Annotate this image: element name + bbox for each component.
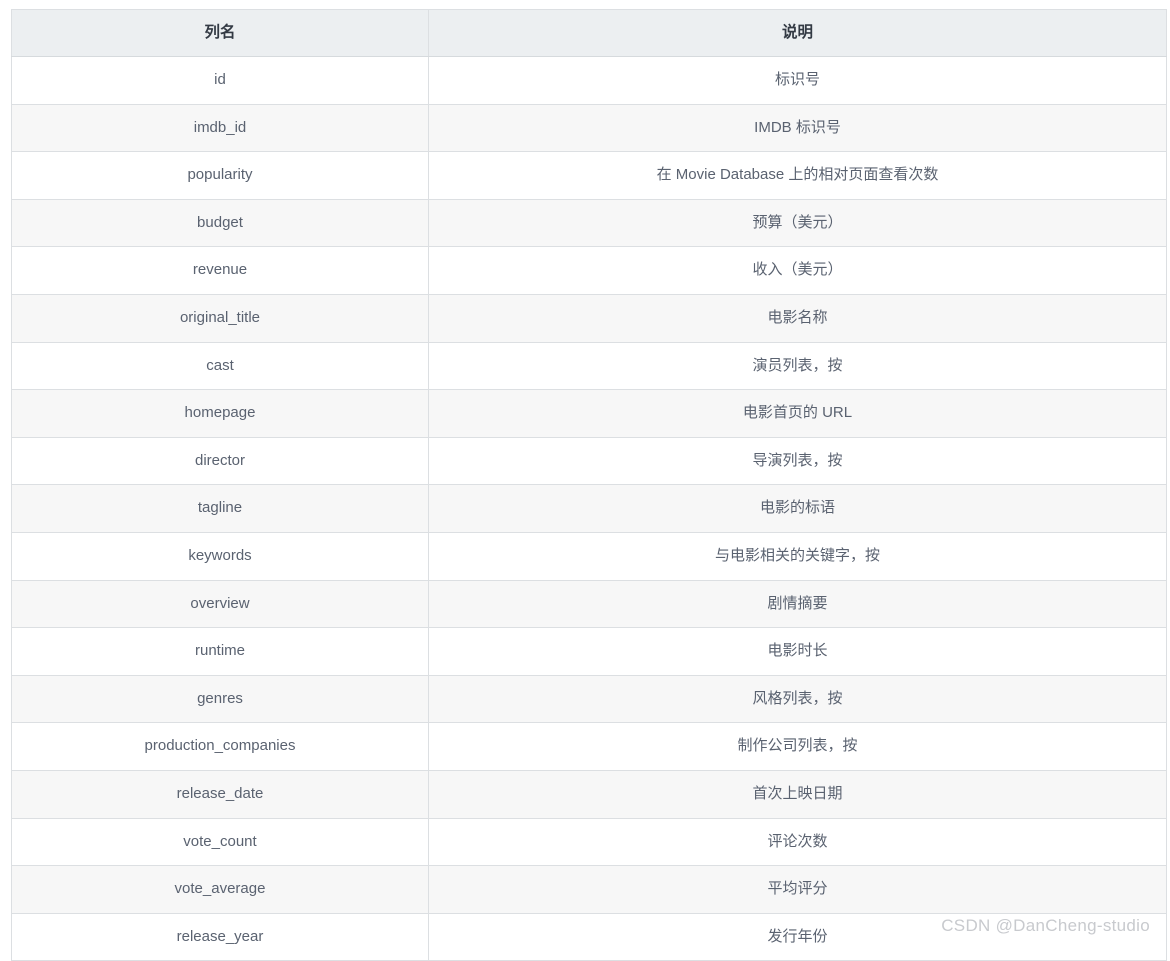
cell-description: 剧情摘要 [428,579,1167,629]
cell-description: 首次上映日期 [428,769,1167,819]
cell-column-name: director [11,436,429,486]
table-row: revenue 收入（美元） [11,246,1167,295]
table-row: cast 演员列表，按 [11,341,1167,391]
table-row: popularity 在 Movie Database 上的相对页面查看次数 [11,151,1167,200]
cell-column-name: keywords [11,531,429,581]
table-row: original_title 电影名称 [11,293,1167,343]
data-dictionary-table: 列名 说明 id 标识号 imdb_id IMDB 标识号 popularity 在 Mo… [11,9,1167,961]
cell-description: 发行年份 [428,912,1167,961]
cell-column-name: vote_average [11,865,429,914]
table-row: release_year 发行年份 [11,912,1167,961]
cell-description: 评论次数 [428,817,1167,867]
cell-column-name: budget [11,198,429,248]
cell-description: 制作公司列表，按 [428,722,1167,771]
cell-column-name: original_title [11,293,429,343]
cell-description: 在 Movie Database 上的相对页面查看次数 [428,151,1167,200]
table-row: genres 风格列表，按 [11,674,1167,724]
table-row: vote_count 评论次数 [11,817,1167,867]
table-row: keywords 与电影相关的关键字，按 [11,531,1167,581]
cell-column-name: runtime [11,627,429,676]
table-row: homepage 电影首页的 URL [11,389,1167,438]
table-row: tagline 电影的标语 [11,484,1167,533]
table-row: release_date 首次上映日期 [11,769,1167,819]
table-row: id 标识号 [11,56,1167,105]
cell-description: IMDB 标识号 [428,103,1167,153]
cell-description: 电影的标语 [428,484,1167,533]
cell-column-name: popularity [11,151,429,200]
cell-column-name: tagline [11,484,429,533]
cell-column-name: revenue [11,246,429,295]
table-row: production_companies 制作公司列表，按 [11,722,1167,771]
table-row: budget 预算（美元） [11,198,1167,248]
cell-description: 标识号 [428,56,1167,105]
table-row: runtime 电影时长 [11,627,1167,676]
cell-description: 平均评分 [428,865,1167,914]
table-row: director 导演列表，按 [11,436,1167,486]
column-header-description: 说明 [428,9,1167,57]
column-header-name: 列名 [11,9,429,57]
table-row: imdb_id IMDB 标识号 [11,103,1167,153]
table-header-row: 列名 说明 [11,9,1167,57]
table-body: id 标识号 imdb_id IMDB 标识号 popularity 在 Movie Da… [11,56,1167,961]
cell-column-name: homepage [11,389,429,438]
cell-column-name: cast [11,341,429,391]
cell-description: 与电影相关的关键字，按 [428,531,1167,581]
cell-column-name: release_year [11,912,429,961]
cell-description: 电影名称 [428,293,1167,343]
table-row: vote_average 平均评分 [11,865,1167,914]
cell-column-name: vote_count [11,817,429,867]
cell-column-name: imdb_id [11,103,429,153]
table-row: overview 剧情摘要 [11,579,1167,629]
cell-column-name: release_date [11,769,429,819]
table-header: 列名 说明 [11,9,1167,57]
cell-description: 风格列表，按 [428,674,1167,724]
cell-description: 预算（美元） [428,198,1167,248]
cell-description: 演员列表，按 [428,341,1167,391]
cell-description: 导演列表，按 [428,436,1167,486]
cell-description: 电影首页的 URL [428,389,1167,438]
cell-column-name: overview [11,579,429,629]
data-dictionary-container: 列名 说明 id 标识号 imdb_id IMDB 标识号 popularity 在 Mo… [11,9,1167,961]
cell-description: 收入（美元） [428,246,1167,295]
cell-column-name: production_companies [11,722,429,771]
cell-column-name: id [11,56,429,105]
cell-description: 电影时长 [428,627,1167,676]
cell-column-name: genres [11,674,429,724]
